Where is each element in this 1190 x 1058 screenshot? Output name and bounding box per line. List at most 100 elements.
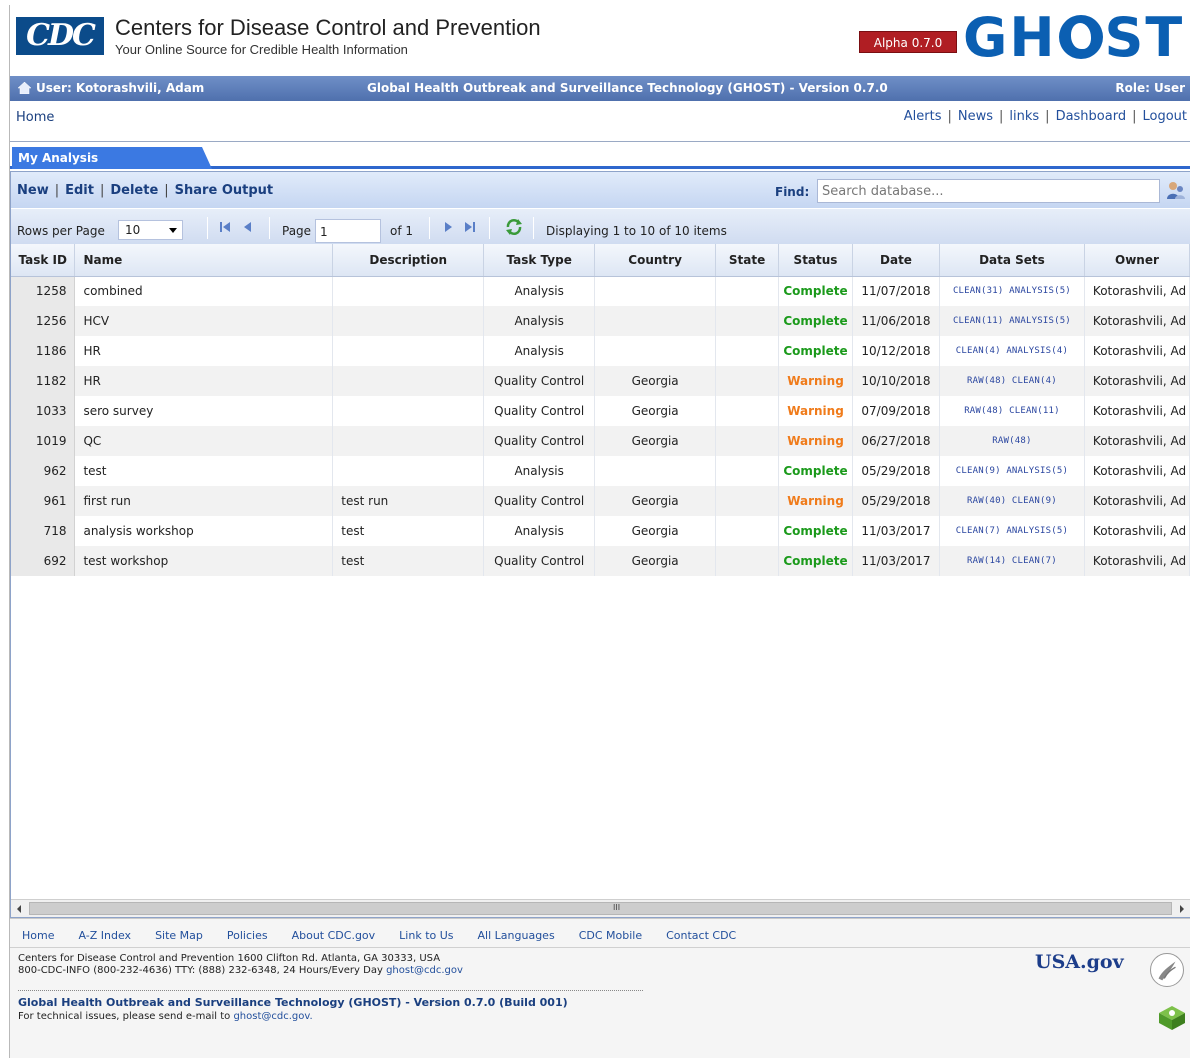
- footer-link-cdc-mobile[interactable]: CDC Mobile: [579, 929, 642, 942]
- status-cell: Complete: [778, 546, 853, 576]
- date-cell: 11/06/2018: [852, 306, 940, 336]
- table-row[interactable]: 1256 HCV Analysis Complete 11/06/2018 CLEAN(1…: [11, 306, 1190, 336]
- scroll-right-icon[interactable]: [1180, 905, 1184, 913]
- horizontal-scrollbar[interactable]: III: [11, 899, 1190, 917]
- date-cell: 11/03/2017: [852, 546, 940, 576]
- table-row[interactable]: 692 test workshop test Quality Control Georg…: [11, 546, 1190, 576]
- footer-link-home[interactable]: Home: [22, 929, 54, 942]
- delete-button[interactable]: Delete: [110, 183, 158, 198]
- data-sets-link[interactable]: CLEAN(7) ANALYSIS(5): [939, 516, 1085, 546]
- column-header-state[interactable]: State: [715, 244, 780, 277]
- page-number-input[interactable]: 1: [315, 219, 381, 243]
- date-cell: 06/27/2018: [852, 426, 940, 456]
- data-sets-link[interactable]: RAW(48): [939, 426, 1085, 456]
- contact-email-link[interactable]: ghost@cdc.gov: [386, 965, 463, 976]
- footer-link-policies[interactable]: Policies: [227, 929, 268, 942]
- column-header-data-sets[interactable]: Data Sets: [939, 244, 1085, 277]
- data-sets-link[interactable]: CLEAN(11) ANALYSIS(5): [939, 306, 1085, 336]
- nav-link-dashboard[interactable]: Dashboard: [1056, 109, 1127, 124]
- first-page-icon[interactable]: [218, 219, 232, 235]
- user-bar: User: Kotorashvili, Adam Global Health O…: [10, 76, 1190, 101]
- nav-link-news[interactable]: News: [958, 109, 993, 124]
- footer-link-contact[interactable]: Contact CDC: [666, 929, 736, 942]
- nav-home-link[interactable]: Home: [16, 110, 54, 125]
- column-header-name[interactable]: Name: [74, 244, 334, 277]
- divider: [10, 947, 1190, 948]
- table-row[interactable]: 1033 sero survey Quality Control Georgia War…: [11, 396, 1190, 426]
- nav-link-logout[interactable]: Logout: [1142, 109, 1187, 124]
- rows-per-page-select[interactable]: 10: [118, 220, 183, 240]
- footer-link-link-to-us[interactable]: Link to Us: [399, 929, 453, 942]
- description-cell: test: [332, 516, 485, 546]
- column-header-country[interactable]: Country: [594, 244, 717, 277]
- column-header-description[interactable]: Description: [332, 244, 485, 277]
- next-page-icon[interactable]: [441, 219, 455, 235]
- user-label: User: Kotorashvili, Adam: [36, 81, 205, 95]
- column-header-owner[interactable]: Owner: [1084, 244, 1190, 277]
- nav-bar: Home Alerts | News | links | Dashboard | Log…: [10, 102, 1190, 142]
- hhs-eagle-icon[interactable]: [1150, 953, 1184, 987]
- edit-button[interactable]: Edit: [65, 183, 94, 198]
- table-row[interactable]: 718 analysis workshop test Analysis Georgia C…: [11, 516, 1190, 546]
- separator: |: [999, 109, 1004, 124]
- column-header-status[interactable]: Status: [778, 244, 853, 277]
- pager: Rows per Page 10 Page 1 of 1 Displaying …: [11, 208, 1190, 244]
- ghost-logo[interactable]: GH ST: [963, 6, 1184, 69]
- column-header-date[interactable]: Date: [852, 244, 940, 277]
- data-sets-link[interactable]: CLEAN(9) ANALYSIS(5): [939, 456, 1085, 486]
- data-sets-link[interactable]: CLEAN(31) ANALYSIS(5): [939, 276, 1085, 306]
- task-id-cell: 1186: [11, 336, 76, 366]
- state-cell: [715, 336, 780, 366]
- scroll-left-icon[interactable]: [17, 905, 21, 913]
- footer-link-site-map[interactable]: Site Map: [155, 929, 203, 942]
- name-cell: HR: [74, 336, 334, 366]
- task-id-cell: 1033: [11, 396, 76, 426]
- last-page-icon[interactable]: [463, 219, 477, 235]
- table-row[interactable]: 961 first run test run Quality Control Georg…: [11, 486, 1190, 516]
- footer-link-about[interactable]: About CDC.gov: [292, 929, 376, 942]
- description-cell: test: [332, 546, 485, 576]
- separator: |: [164, 183, 169, 198]
- rows-per-page-value: 10: [125, 223, 141, 237]
- footer-link-all-languages[interactable]: All Languages: [478, 929, 555, 942]
- share-output-button[interactable]: Share Output: [175, 183, 273, 198]
- support-email-link[interactable]: ghost@cdc.gov.: [233, 1011, 312, 1022]
- description-cell: [332, 456, 485, 486]
- data-sets-link[interactable]: RAW(48) CLEAN(4): [939, 366, 1085, 396]
- nav-link-alerts[interactable]: Alerts: [904, 109, 942, 124]
- data-sets-link[interactable]: RAW(48) CLEAN(11): [939, 396, 1085, 426]
- owner-cell: Kotorashvili, Ad: [1084, 336, 1190, 366]
- prev-page-icon[interactable]: [241, 219, 255, 235]
- description-cell: [332, 396, 485, 426]
- page-count-label: of 1: [390, 224, 414, 238]
- scrollbar-thumb[interactable]: III: [29, 902, 1172, 915]
- data-sets-link[interactable]: CLEAN(4) ANALYSIS(4): [939, 336, 1085, 366]
- date-cell: 05/29/2018: [852, 456, 940, 486]
- cdc-logo[interactable]: CDC: [16, 17, 104, 55]
- user-search-icon[interactable]: [1166, 180, 1186, 200]
- status-cell: Complete: [778, 336, 853, 366]
- data-sets-link[interactable]: RAW(40) CLEAN(9): [939, 486, 1085, 516]
- column-header-task-type[interactable]: Task Type: [483, 244, 596, 277]
- name-cell: test: [74, 456, 334, 486]
- ghost-app-icon: [1159, 1006, 1185, 1030]
- analysis-table: Task ID Name Description Task Type Count…: [11, 244, 1190, 899]
- table-row[interactable]: 1186 HR Analysis Complete 10/12/2018 CLEAN(4)…: [11, 336, 1190, 366]
- table-row[interactable]: 1258 combined Analysis Complete 11/07/2018 CL…: [11, 276, 1190, 306]
- new-button[interactable]: New: [17, 183, 49, 198]
- tab-my-analysis[interactable]: My Analysis: [12, 147, 212, 169]
- search-input[interactable]: [817, 179, 1160, 203]
- nav-link-links[interactable]: links: [1009, 109, 1039, 124]
- task-type-cell: Quality Control: [483, 366, 596, 396]
- home-icon[interactable]: [18, 82, 31, 94]
- table-row[interactable]: 1019 QC Quality Control Georgia Warning 06/27…: [11, 426, 1190, 456]
- column-header-task-id[interactable]: Task ID: [11, 244, 76, 277]
- usagov-logo[interactable]: USA.gov: [1035, 951, 1124, 973]
- state-cell: [715, 546, 780, 576]
- table-row[interactable]: 1182 HR Quality Control Georgia Warning 10/10…: [11, 366, 1190, 396]
- data-sets-link[interactable]: RAW(14) CLEAN(7): [939, 546, 1085, 576]
- date-cell: 05/29/2018: [852, 486, 940, 516]
- table-row[interactable]: 962 test Analysis Complete 05/29/2018 CLEAN(9…: [11, 456, 1190, 486]
- footer-link-az-index[interactable]: A-Z Index: [78, 929, 131, 942]
- refresh-icon[interactable]: [505, 218, 523, 236]
